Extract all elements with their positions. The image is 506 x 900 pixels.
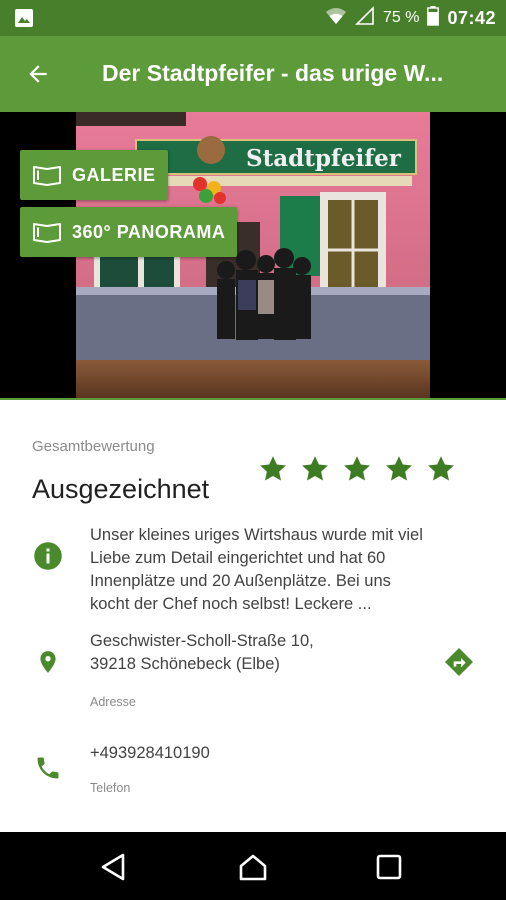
info-icon (32, 540, 64, 572)
home-icon (239, 854, 267, 881)
address-line2: 39218 Schönebeck (Elbe) (90, 655, 280, 673)
location-pin-icon (32, 646, 64, 678)
directions-button[interactable] (441, 644, 477, 680)
gallery-button[interactable]: GALERIE (20, 150, 168, 200)
nav-home-button[interactable] (238, 852, 268, 882)
details-panel: Gesamtbewertung Ausgezeichnet Unser klei… (0, 400, 506, 832)
star-icon (260, 456, 286, 481)
app-bar: Der Stadtpfeifer - das urige W... (0, 36, 506, 112)
system-nav-bar (0, 832, 506, 900)
phone-number[interactable]: +493928410190 (90, 744, 210, 763)
battery-text: 75 % (382, 9, 420, 26)
phone-label: Telefon (90, 781, 131, 795)
nav-recents-button[interactable] (374, 852, 404, 882)
signal-icon (355, 5, 375, 31)
arrow-back-icon (29, 65, 47, 83)
square-recents-icon (376, 854, 402, 880)
battery-icon (427, 5, 440, 31)
rating-value: Ausgezeichnet (32, 474, 210, 504)
triangle-back-icon (101, 853, 125, 881)
status-icons: 75 % 07:42 (325, 5, 496, 31)
wifi-icon (325, 7, 347, 30)
rating-stars (258, 454, 456, 484)
clock: 07:42 (447, 7, 496, 28)
panorama-icon (33, 223, 61, 243)
description-text[interactable]: Unser kleines uriges Wirtshaus wurde mit… (90, 524, 430, 616)
star-icon (302, 456, 328, 481)
gallery-label: GALERIE (72, 164, 156, 185)
rating-label: Gesamtbewertung (32, 438, 155, 455)
page-title: Der Stadtpfeifer - das urige W... (102, 60, 444, 86)
star-icon (428, 456, 454, 481)
address-label: Adresse (90, 695, 136, 709)
address-line1: Geschwister-Scholl-Straße 10, (90, 632, 314, 650)
map-book-icon (33, 166, 61, 186)
sign-text: Stadtpfeifer (246, 145, 402, 172)
back-button[interactable] (20, 56, 56, 92)
nav-back-button[interactable] (98, 852, 128, 882)
phone-icon (32, 752, 64, 784)
star-icon (344, 456, 370, 481)
panorama-label: 360° PANORAMA (72, 221, 226, 242)
status-bar: 75 % 07:42 (0, 0, 506, 36)
address-text[interactable]: Geschwister-Scholl-Straße 10, 39218 Schö… (90, 630, 314, 676)
star-icon (386, 456, 412, 481)
hero-image-area: Stadtpfeifer AUS (0, 112, 506, 400)
image-icon (14, 8, 34, 28)
directions-icon (445, 648, 473, 676)
panorama-button[interactable]: 360° PANORAMA (20, 207, 238, 257)
